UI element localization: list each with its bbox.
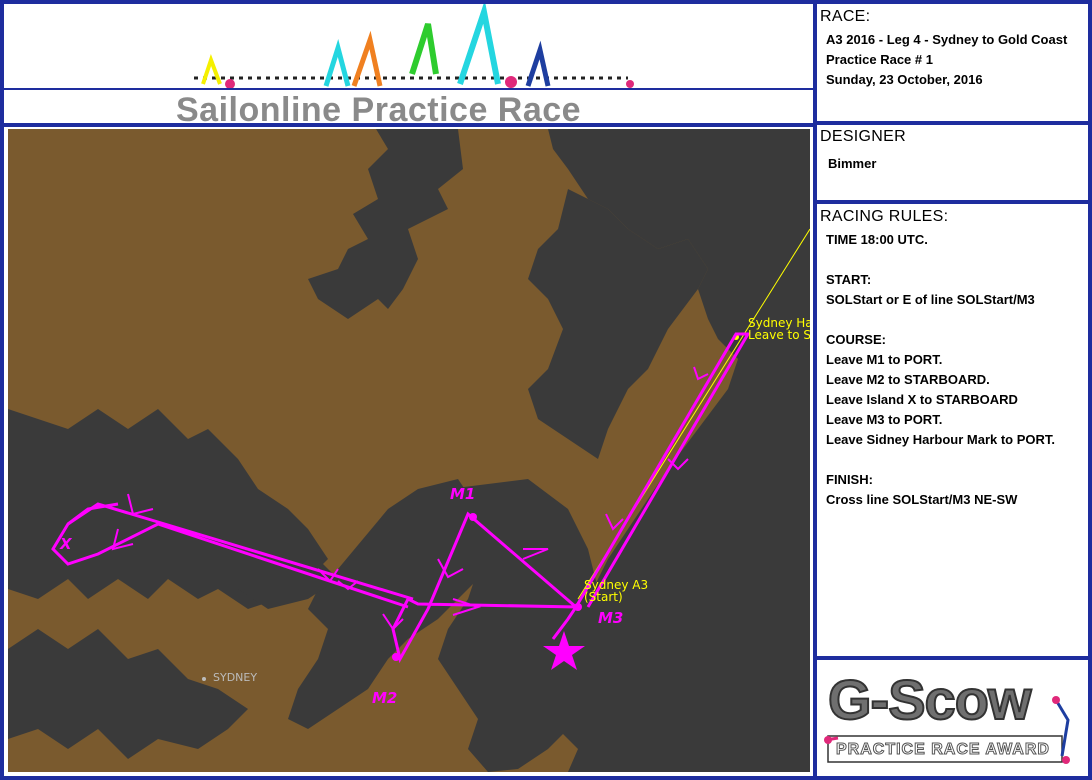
rule-line: Leave M2 to STARBOARD. [826,372,990,387]
rule-line: COURSE: [826,332,886,347]
race-line-3: Sunday, 23 October, 2016 [826,72,983,87]
sails-icon [194,0,634,89]
m1-mark-icon [469,513,477,521]
designer-name: Bimmer [828,156,877,171]
divider-race [817,121,1088,125]
rule-line: SOLStart or E of line SOLStart/M3 [826,292,1035,307]
m3-label: M3 [598,609,623,627]
rule-line: Leave M1 to PORT. [826,352,943,367]
x-label: X [59,535,73,553]
award-logo: G-Scow PRACTICE RACE AWARD [818,660,1088,776]
race-line-2: Practice Race # 1 [826,52,933,67]
m2-label: M2 [372,689,397,707]
map-canvas[interactable]: Sydney Ha Leave to S Sydney A3 (Start) S… [8,129,813,772]
rule-line: START: [826,272,872,287]
race-panel: RACE: A3 2016 - Leg 4 - Sydney to Gold C… [818,8,1088,90]
sydney-city-icon [202,677,206,681]
rule-line: Cross line SOLStart/M3 NE-SW [826,492,1018,507]
divider-designer [817,200,1088,204]
rule-line: Leave Island X to STARBOARD [826,392,1018,407]
start-label-2: (Start) [584,590,623,604]
designer-heading: DESIGNER [820,128,906,145]
rules-panel: RACING RULES: TIME 18:00 UTC. START: SOL… [818,208,1088,510]
header-logo: Sailonline Practice Race [8,0,814,129]
start-mark-icon [574,603,582,611]
rule-line [826,310,1088,330]
rule-line: Leave M3 to PORT. [826,412,943,427]
designer-panel: DESIGNER Bimmer [818,128,1088,174]
m2-mark-icon [392,653,400,661]
course-map[interactable]: Sydney Ha Leave to S Sydney A3 (Start) S… [8,129,813,772]
m1-label: M1 [450,485,475,503]
race-line-1: A3 2016 - Leg 4 - Sydney to Gold Coast [826,32,1068,47]
rule-line [826,450,1088,470]
rule-line: TIME 18:00 UTC. [826,232,928,247]
rule-line: FINISH: [826,472,873,487]
rules-heading: RACING RULES: [820,208,949,225]
race-heading: RACE: [820,8,871,25]
harbour-label-2: Leave to S [748,328,810,342]
rule-line: Leave Sidney Harbour Mark to PORT. [826,432,1056,447]
award-subtitle: PRACTICE RACE AWARD [836,741,1050,759]
page-title: Sailonline Practice Race [176,91,582,129]
rule-line [826,250,1088,270]
city-label: SYDNEY [213,671,257,684]
